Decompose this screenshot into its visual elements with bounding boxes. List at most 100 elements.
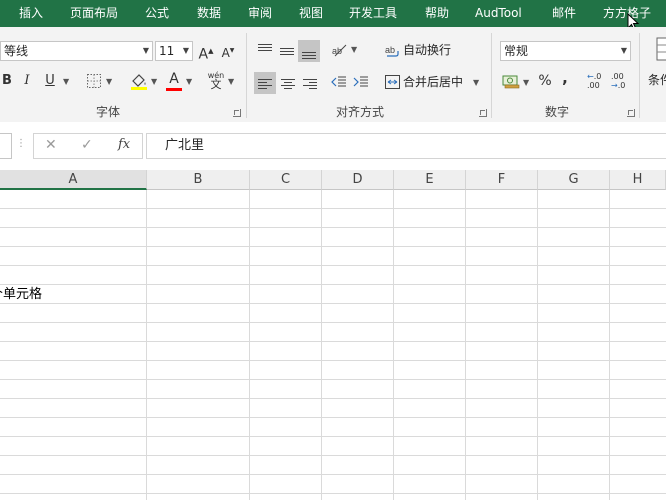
tab-view[interactable]: 视图 [299, 0, 323, 27]
font-color-icon[interactable]: A [165, 70, 183, 92]
grid-line [0, 284, 666, 285]
font-size-combo[interactable]: 11 ▼ [155, 41, 193, 61]
column-header-g[interactable]: G [538, 170, 610, 190]
align-bottom-button[interactable] [298, 40, 320, 62]
align-right-icon[interactable] [303, 77, 317, 91]
grid-line [0, 227, 666, 228]
column-header-c[interactable]: C [250, 170, 322, 190]
grid-line [0, 474, 666, 475]
column-header-f[interactable]: F [466, 170, 538, 190]
grid-line [0, 436, 666, 437]
grid-line [249, 190, 250, 500]
grid-line [0, 379, 666, 380]
orientation-icon[interactable]: ab [331, 42, 349, 58]
underline-button[interactable]: U [43, 70, 57, 92]
font-dialog-launcher-icon[interactable] [233, 109, 241, 117]
enter-checkmark-icon[interactable]: ✓ [81, 137, 93, 153]
number-format-value: 常规 [504, 44, 529, 58]
grid-line [0, 265, 666, 266]
decrease-decimal-icon[interactable]: .00 →.0 [611, 72, 631, 92]
merge-center-button[interactable]: 合并后居中 [403, 71, 463, 93]
grid-line [0, 341, 666, 342]
decrease-indent-icon[interactable] [331, 75, 347, 89]
chevron-down-icon[interactable]: ▼ [351, 45, 357, 54]
cancel-icon[interactable]: ✕ [45, 137, 57, 153]
wrap-text-icon[interactable]: ab [385, 43, 399, 59]
chevron-down-icon[interactable]: ▼ [473, 78, 479, 87]
ribbon-body: 等线 ▼ 11 ▼ A▲ A▼ B I U ▼ ▼ ▼ A ▼ wén 文 ▼ 字… [0, 27, 666, 123]
column-header-h[interactable]: H [610, 170, 666, 190]
alignment-dialog-launcher-icon[interactable] [479, 109, 487, 117]
tab-formulas[interactable]: 公式 [145, 0, 169, 27]
chevron-down-icon[interactable]: ▼ [228, 77, 234, 86]
fill-color-icon[interactable] [129, 71, 149, 91]
grid-line [0, 208, 666, 209]
conditional-formatting-label[interactable]: 条件 [648, 69, 666, 91]
grid-line [0, 322, 666, 323]
chevron-down-icon[interactable]: ▼ [186, 77, 192, 86]
borders-icon[interactable] [86, 73, 102, 89]
percent-style-button[interactable]: % [536, 70, 554, 92]
align-center-icon[interactable] [281, 77, 295, 91]
increase-decimal-icon[interactable]: ←.0.00 [587, 72, 607, 92]
worksheet-grid[interactable] [0, 190, 666, 500]
accounting-format-icon[interactable] [502, 73, 520, 89]
tab-insert[interactable]: 插入 [19, 0, 43, 27]
increase-indent-icon[interactable] [353, 75, 369, 89]
chevron-down-icon[interactable]: ▼ [63, 77, 69, 86]
grid-line [146, 190, 147, 500]
chevron-down-icon: ▼ [182, 46, 189, 55]
formula-buttons: ✕ ✓ fx [33, 133, 143, 159]
cell-a6-text[interactable]: 个单元格 [0, 285, 42, 304]
column-header-e[interactable]: E [394, 170, 466, 190]
tab-developer[interactable]: 开发工具 [349, 0, 397, 27]
grid-line [0, 398, 666, 399]
grid-line [0, 493, 666, 494]
column-header-d[interactable]: D [322, 170, 394, 190]
tab-data[interactable]: 数据 [197, 0, 221, 27]
tab-help[interactable]: 帮助 [425, 0, 449, 27]
more-options-icon[interactable]: ⋮ [16, 138, 26, 149]
formula-input[interactable]: 广北里 [146, 133, 666, 159]
grid-line [0, 303, 666, 304]
font-group-label: 字体 [96, 105, 121, 119]
font-name-value: 等线 [4, 44, 29, 58]
grid-line [0, 417, 666, 418]
chevron-down-icon[interactable]: ▼ [151, 77, 157, 86]
ribbon-tab-bar: 插入 页面布局 公式 数据 审阅 视图 开发工具 帮助 AudTool 邮件 方… [0, 0, 666, 31]
decrease-font-size-button[interactable]: A▼ [219, 40, 237, 62]
alignment-group-label: 对齐方式 [336, 105, 385, 119]
font-name-combo[interactable]: 等线 ▼ [0, 41, 153, 61]
tab-audtool[interactable]: AudTool [475, 0, 522, 27]
align-left-button[interactable] [254, 72, 276, 94]
number-format-combo[interactable]: 常规 ▼ [500, 41, 631, 61]
grid-line [393, 190, 394, 500]
bold-button[interactable]: B [0, 70, 14, 92]
column-header-b[interactable]: B [147, 170, 250, 190]
number-dialog-launcher-icon[interactable] [627, 109, 635, 117]
tab-mail[interactable]: 邮件 [552, 0, 576, 27]
merge-center-icon[interactable] [385, 75, 400, 89]
align-top-icon[interactable] [258, 42, 272, 53]
tab-review[interactable]: 审阅 [248, 0, 272, 27]
increase-font-size-button[interactable]: A▲ [197, 40, 215, 63]
comma-style-button[interactable]: , [558, 67, 572, 89]
insert-function-icon[interactable]: fx [118, 137, 130, 152]
chevron-down-icon[interactable]: ▼ [523, 78, 529, 87]
chevron-down-icon: ▼ [620, 46, 627, 55]
tab-page-layout[interactable]: 页面布局 [70, 0, 118, 27]
grid-line [465, 190, 466, 500]
svg-text:ab: ab [385, 45, 395, 55]
conditional-formatting-icon[interactable] [656, 37, 666, 61]
name-box[interactable] [0, 133, 12, 159]
italic-button[interactable]: I [20, 70, 34, 92]
column-header-a[interactable]: A [0, 170, 147, 190]
grid-line [609, 190, 610, 500]
phonetic-guide-icon[interactable]: wén 文 [207, 71, 225, 91]
grid-line [0, 246, 666, 247]
group-separator [246, 33, 247, 118]
align-middle-icon[interactable] [280, 46, 294, 57]
chevron-down-icon[interactable]: ▼ [106, 77, 112, 86]
wrap-text-button[interactable]: 自动换行 [403, 39, 451, 61]
grid-line [537, 190, 538, 500]
